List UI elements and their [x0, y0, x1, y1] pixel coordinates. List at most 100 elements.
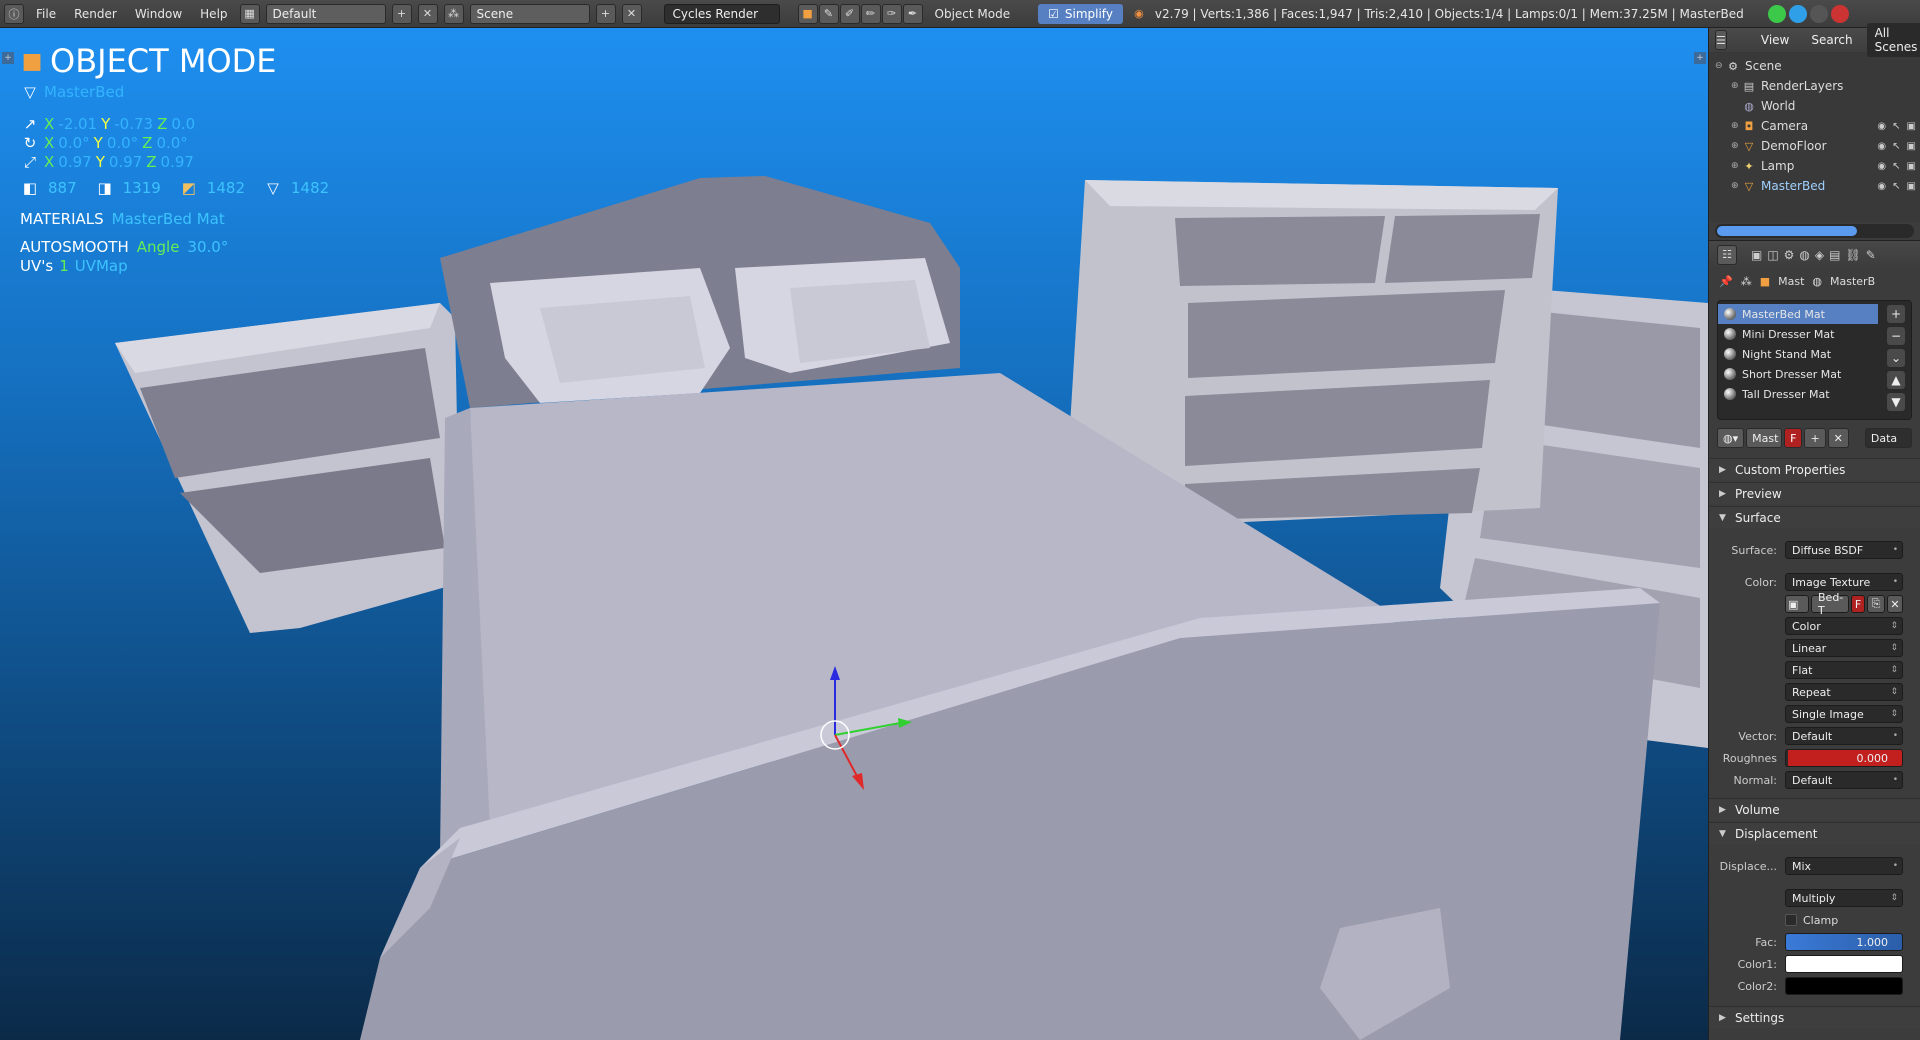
normal-dropdown[interactable]: Default • — [1785, 771, 1903, 789]
remove-layout-icon[interactable]: ✕ — [417, 3, 438, 24]
outliner-tab-view[interactable]: View — [1753, 30, 1797, 50]
image-fake-user-button[interactable]: F — [1851, 595, 1865, 613]
outliner-scrollbar[interactable] — [1715, 224, 1914, 238]
outliner-editor-icon[interactable]: ☰ — [1715, 30, 1727, 50]
material-slot-night-stand[interactable]: Night Stand Mat — [1718, 344, 1878, 364]
eye-icon[interactable]: ◉ — [1877, 181, 1886, 192]
add-slot-button[interactable]: + — [1887, 305, 1905, 323]
material-slot-short-dresser[interactable]: Short Dresser Mat — [1718, 364, 1878, 384]
eye-icon[interactable]: ◉ — [1877, 161, 1886, 172]
image-browse-icon[interactable]: ▣ — [1785, 595, 1809, 613]
context-tab-icons[interactable]: ▣◫⚙◍◈▤⛓✎ — [1751, 248, 1881, 262]
render-icon[interactable]: ▣ — [1907, 121, 1916, 132]
clamp-checkbox[interactable]: Clamp — [1785, 914, 1838, 927]
fac-slider[interactable]: 1.000 — [1785, 933, 1903, 951]
paint-icon[interactable]: ✏ — [860, 3, 881, 24]
material-slot-masterbed[interactable]: MasterBed Mat — [1718, 304, 1878, 324]
render-icon[interactable]: ▣ — [1907, 161, 1916, 172]
add-scene-icon[interactable]: + — [595, 3, 616, 24]
material-slot-tall-dresser[interactable]: Tall Dresser Mat — [1718, 384, 1878, 404]
cursor-icon[interactable]: ↖ — [1892, 121, 1900, 132]
pin-icon[interactable]: 📌 — [1719, 275, 1733, 288]
pencil-icon[interactable]: ✐ — [839, 3, 860, 24]
expand-icon[interactable]: ⊕ — [1731, 81, 1741, 91]
sculpt-icon[interactable]: ✑ — [881, 3, 902, 24]
cursor-icon[interactable]: ↖ — [1892, 141, 1900, 152]
add-layout-icon[interactable]: + — [391, 3, 412, 24]
panel-volume[interactable]: ▶ Volume — [1709, 798, 1920, 820]
menu-help[interactable]: Help — [194, 4, 233, 24]
expand-icon[interactable]: ⊕ — [1731, 161, 1741, 171]
material-slot-mini-dresser[interactable]: Mini Dresser Mat — [1718, 324, 1878, 344]
expand-icon[interactable]: ⊕ — [1731, 121, 1741, 131]
viewport-corner-right[interactable]: + — [1694, 52, 1706, 64]
edit-icon[interactable] — [1809, 4, 1828, 23]
render-engine-dropdown[interactable]: Cycles Render — [663, 3, 780, 24]
new-material-button[interactable]: + — [1804, 428, 1826, 448]
cursor-icon[interactable]: ↖ — [1892, 181, 1900, 192]
outliner-tab-all-scenes[interactable]: All Scenes — [1866, 23, 1920, 57]
checkbox-icon[interactable] — [1785, 914, 1797, 926]
outliner-item-masterbed[interactable]: ⊕ ▽ MasterBed ◉ ↖ ▣ — [1709, 176, 1920, 196]
link-dropdown[interactable]: Data — [1864, 428, 1912, 448]
menu-window[interactable]: Window — [129, 4, 188, 24]
menu-file[interactable]: File — [30, 4, 62, 24]
outliner-item-world[interactable]: ◍ World — [1709, 96, 1920, 116]
color-input-dropdown[interactable]: Image Texture • — [1785, 573, 1903, 591]
expand-icon[interactable]: ⊕ — [1731, 141, 1741, 151]
surface-shader-dropdown[interactable]: Diffuse BSDF • — [1785, 541, 1903, 559]
status-green-icon[interactable] — [1767, 4, 1786, 23]
weight-icon[interactable]: ✒ — [902, 3, 923, 24]
panel-displacement[interactable]: ▼ Displacement — [1709, 822, 1920, 844]
outliner-item-camera[interactable]: ⊕ ◘ Camera ◉ ↖ ▣ — [1709, 116, 1920, 136]
outliner-tab-search[interactable]: Search — [1803, 30, 1860, 50]
object-cube-icon[interactable]: ■ — [797, 3, 818, 24]
interpolation-dropdown[interactable]: Linear ⇕ — [1785, 639, 1903, 657]
panel-settings[interactable]: ▶ Settings — [1709, 1006, 1920, 1028]
fake-user-button[interactable]: F — [1784, 428, 1803, 448]
slot-specials-button[interactable]: ⌄ — [1887, 349, 1905, 367]
source-dropdown[interactable]: Single Image ⇕ — [1785, 705, 1903, 723]
simplify-toggle[interactable]: ☑ Simplify — [1038, 3, 1123, 24]
color2-swatch[interactable] — [1785, 977, 1903, 995]
image-name-field[interactable]: Bed-T — [1811, 591, 1849, 617]
twitter-icon[interactable] — [1788, 4, 1807, 23]
render-icon[interactable]: ▣ — [1907, 181, 1916, 192]
color1-swatch[interactable] — [1785, 955, 1903, 973]
cursor-icon[interactable]: ↖ — [1892, 161, 1900, 172]
3d-viewport[interactable]: + + ■ OBJECT MODE ▽ MasterBed ↗ X -2.01 … — [0, 28, 1708, 1040]
unlink-image-icon[interactable]: ✕ — [1887, 595, 1903, 613]
outliner-item-lamp[interactable]: ⊕ ✦ Lamp ◉ ↖ ▣ — [1709, 156, 1920, 176]
render-icon[interactable]: ▣ — [1907, 141, 1916, 152]
outliner-item-renderlayers[interactable]: ⊕ ▤ RenderLayers — [1709, 76, 1920, 96]
material-browse-icon[interactable]: ◍▾ — [1717, 428, 1745, 448]
screen-layout-icon[interactable]: ▦ — [239, 3, 260, 24]
material-name-field[interactable]: Mast — [1746, 428, 1783, 448]
unlink-material-button[interactable]: ✕ — [1827, 428, 1849, 448]
panel-custom-properties[interactable]: ▶ Custom Properties — [1709, 458, 1920, 480]
scene-name-field[interactable]: Scene — [469, 3, 590, 24]
roughness-slider[interactable]: 0.000 — [1785, 749, 1903, 767]
remove-slot-button[interactable]: − — [1887, 327, 1905, 345]
viewport-corner-left[interactable]: + — [2, 52, 14, 64]
blend-mode-dropdown[interactable]: Multiply ⇕ — [1785, 889, 1903, 907]
eye-icon[interactable]: ◉ — [1877, 141, 1886, 152]
material-slot-list[interactable]: MasterBed Mat Mini Dresser Mat Night Sta… — [1717, 300, 1912, 420]
scene-selector-icon[interactable]: ⁂ — [443, 3, 464, 24]
projection-dropdown[interactable]: Flat ⇕ — [1785, 661, 1903, 679]
move-down-button[interactable]: ▼ — [1887, 393, 1905, 411]
collapse-icon[interactable]: ⊖ — [1715, 61, 1725, 71]
remove-scene-icon[interactable]: ✕ — [621, 3, 642, 24]
move-up-button[interactable]: ▲ — [1887, 371, 1905, 389]
outliner-item-scene[interactable]: ⊖ ⚙ Scene — [1709, 56, 1920, 76]
color-space-dropdown[interactable]: Color ⇕ — [1785, 617, 1903, 635]
properties-editor-icon[interactable]: ☷ — [1717, 244, 1737, 265]
expand-icon[interactable]: ⊕ — [1731, 181, 1741, 191]
layout-name-field[interactable]: Default — [265, 3, 386, 24]
panel-surface[interactable]: ▼ Surface — [1709, 506, 1920, 528]
displace-dropdown[interactable]: Mix • — [1785, 857, 1903, 875]
eye-icon[interactable]: ◉ — [1877, 121, 1886, 132]
brush-icon[interactable]: ✎ — [818, 3, 839, 24]
scrollbar-thumb[interactable] — [1717, 226, 1857, 236]
open-image-icon[interactable]: ⎘ — [1867, 595, 1885, 613]
